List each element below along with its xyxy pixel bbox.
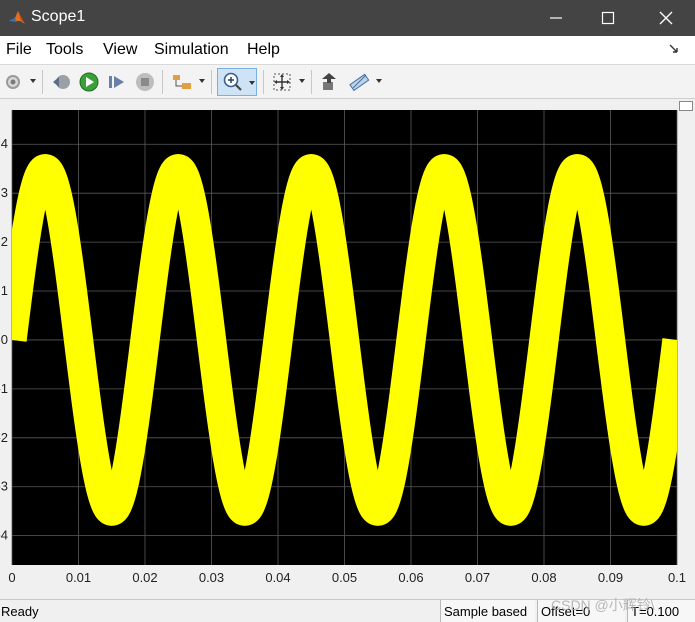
autoscale-dropdown-icon[interactable] [299, 79, 305, 83]
x-tick-label: 0.03 [199, 570, 224, 585]
toolbar-separator [42, 70, 43, 94]
run-icon [79, 72, 99, 92]
x-tick-label: 0.09 [598, 570, 623, 585]
x-tick-label: 0.1 [668, 570, 686, 585]
settings-dropdown-icon[interactable] [30, 79, 36, 83]
close-icon [659, 11, 673, 25]
settings-icon [6, 75, 20, 89]
maximize-icon [601, 11, 615, 25]
menu-bar: File Tools View Simulation Help [0, 36, 695, 64]
x-tick-label: 0.04 [265, 570, 290, 585]
measure-dropdown-icon[interactable] [376, 79, 382, 83]
toolbar-separator [162, 70, 163, 94]
measure-icon [349, 73, 370, 92]
maximize-button[interactable] [585, 0, 631, 36]
menu-file[interactable]: File [6, 41, 32, 59]
step-forward-button[interactable] [105, 70, 129, 94]
title-bar: Scope1 [0, 0, 695, 36]
step-back-button[interactable] [50, 70, 74, 94]
step-back-icon [53, 75, 70, 89]
x-tick-label: 0.07 [465, 570, 490, 585]
menu-simulation[interactable]: Simulation [154, 41, 229, 59]
step-forward-icon [109, 76, 124, 88]
run-button[interactable] [77, 70, 101, 94]
window-title: Scope1 [31, 8, 86, 25]
scope-plot[interactable]: 43210-1-2-3-4 00.010.020.030.040.050.060… [0, 99, 695, 597]
x-tick-label: 0.05 [332, 570, 357, 585]
watermark: CSDN @小辉铃\ [551, 597, 655, 613]
stop-icon [136, 73, 154, 91]
scope-display: 43210-1-2-3-4 00.010.020.030.040.050.060… [0, 99, 695, 597]
x-tick-label: 0.01 [66, 570, 91, 585]
y-tick-label: 0 [1, 332, 8, 347]
y-tick-label: 4 [1, 136, 8, 151]
signal-select-button[interactable] [170, 70, 194, 94]
signal-select-icon [173, 75, 191, 89]
settings-button[interactable] [3, 70, 25, 94]
minimize-icon [550, 17, 562, 19]
menu-view[interactable]: View [103, 41, 137, 59]
minimize-button[interactable] [533, 0, 579, 36]
zoom-in-button[interactable] [217, 68, 257, 96]
x-tick-labels: 0 0.01 0.02 0.03 0.04 0.05 0.06 0.07 0.08 0.09 0.1 [8, 570, 686, 585]
y-tick-labels: 4 3 2 1 0 -1 -2 -3 -4 [0, 136, 8, 542]
autoscale-button[interactable] [270, 70, 294, 94]
zoom-in-icon [223, 72, 242, 91]
x-tick-label: 0 [8, 570, 15, 585]
measure-button[interactable] [347, 70, 371, 94]
x-tick-label: 0.08 [531, 570, 556, 585]
expand-axes-button[interactable] [679, 101, 693, 111]
close-button[interactable] [643, 0, 689, 36]
zoom-dropdown-icon[interactable] [249, 81, 255, 85]
y-tick-label: -3 [0, 479, 8, 494]
autoscale-icon [273, 73, 291, 91]
y-tick-label: -2 [0, 430, 8, 445]
pin-icon[interactable] [668, 42, 682, 61]
x-tick-label: 0.02 [132, 570, 157, 585]
menu-help[interactable]: Help [247, 41, 280, 59]
x-tick-label: 0.06 [398, 570, 423, 585]
y-tick-label: -4 [0, 528, 8, 543]
toolbar-separator [311, 70, 312, 94]
y-tick-label: 2 [1, 234, 8, 249]
status-sample-mode: Sample based [440, 600, 535, 622]
y-tick-label: 3 [1, 185, 8, 200]
y-tick-label: -1 [0, 381, 8, 396]
stop-button[interactable] [133, 70, 157, 94]
menu-tools[interactable]: Tools [46, 41, 83, 59]
matlab-logo-icon [8, 9, 26, 27]
y-tick-label: 1 [1, 283, 8, 298]
toolbar-separator [211, 70, 212, 94]
toolbar-separator [263, 70, 264, 94]
restore-axes-button[interactable] [318, 70, 342, 94]
signal-select-dropdown-icon[interactable] [199, 79, 205, 83]
status-ready: Ready [1, 604, 39, 619]
restore-axes-icon [322, 73, 336, 90]
toolbar [0, 64, 695, 99]
